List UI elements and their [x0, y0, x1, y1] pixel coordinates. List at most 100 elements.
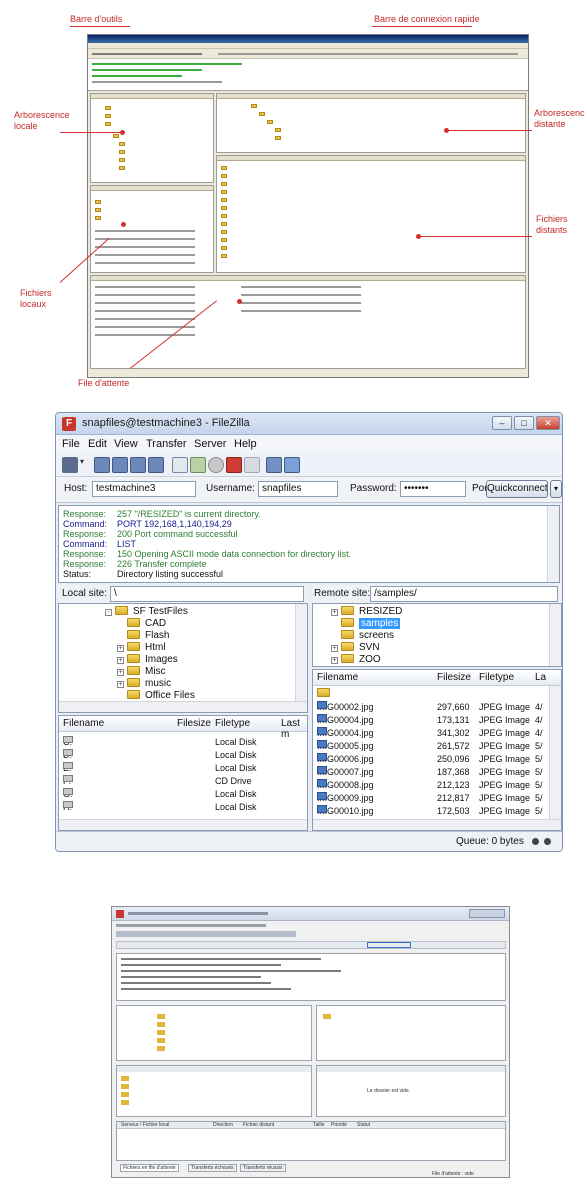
- remote-tree-item[interactable]: + SVN: [331, 642, 380, 654]
- toggle-log-icon[interactable]: [94, 457, 110, 473]
- remote-tree-item[interactable]: + ZOO: [331, 654, 381, 666]
- remote-files-hscrollbar[interactable]: [313, 819, 561, 830]
- maximize-button[interactable]: □: [514, 416, 534, 430]
- annotation-toolbar: Barre d'outils: [70, 14, 123, 24]
- quickconnect-button[interactable]: Quickconnect: [486, 480, 548, 498]
- username-input[interactable]: snapfiles: [258, 481, 338, 497]
- local-tree-item[interactable]: +CAD: [117, 618, 166, 630]
- process-queue-icon[interactable]: [190, 457, 206, 473]
- filter-icon[interactable]: [284, 457, 300, 473]
- folder-icon: [115, 606, 128, 615]
- remote-file-row[interactable]: IMG00007.jpg 187,368 JPEG Image 5/: [313, 766, 561, 778]
- small-folder-icon: [121, 1100, 129, 1105]
- remote-col-filename[interactable]: Filename: [317, 672, 358, 683]
- local-col-filename[interactable]: Filename: [63, 718, 104, 729]
- local-tree-item[interactable]: - SF TestFiles: [105, 606, 188, 618]
- remote-tree-item[interactable]: +screens: [331, 630, 394, 642]
- tree-expander-icon[interactable]: +: [117, 669, 124, 676]
- folder-icon: [341, 654, 354, 663]
- quickconnect-dropdown-icon[interactable]: ▾: [550, 480, 562, 498]
- small-remote-tree: [316, 1005, 506, 1061]
- local-file-row[interactable]: H: Local Disk: [59, 801, 307, 813]
- small-tab-successful[interactable]: Transferts réussis: [240, 1164, 286, 1172]
- menu-server[interactable]: Server: [194, 438, 226, 450]
- image-file-icon: [317, 727, 327, 735]
- remote-file-row[interactable]: IMG00004.jpg 173,131 JPEG Image 4/: [313, 714, 561, 726]
- disconnect-icon[interactable]: [226, 457, 242, 473]
- remote-site-input[interactable]: /samples/: [370, 586, 558, 602]
- local-file-row[interactable]: F: CD Drive: [59, 775, 307, 787]
- cancel-icon[interactable]: [208, 457, 224, 473]
- host-input[interactable]: testmachine3: [92, 481, 196, 497]
- small-quickconnect-button[interactable]: [367, 942, 411, 948]
- remote-file-row[interactable]: ..: [313, 688, 561, 700]
- remote-col-lastmod[interactable]: La: [535, 672, 546, 683]
- remote-file-row[interactable]: IMG00010.jpg 172,503 JPEG Image 5/: [313, 805, 561, 817]
- directory-compare-icon[interactable]: [266, 457, 282, 473]
- local-files-hscrollbar[interactable]: [59, 819, 307, 830]
- reconnect-icon[interactable]: [244, 457, 260, 473]
- small-tab-failed[interactable]: Transferts échoués: [188, 1164, 237, 1172]
- local-tree-hscrollbar[interactable]: [59, 701, 307, 712]
- remote-site-label: Remote site:: [314, 588, 371, 599]
- remote-file-row[interactable]: IMG00005.jpg 261,572 JPEG Image 5/: [313, 740, 561, 752]
- mini-file-row: [95, 230, 195, 232]
- image-file-icon: [317, 714, 327, 722]
- remote-file-row[interactable]: IMG00008.jpg 212,123 JPEG Image 5/: [313, 779, 561, 791]
- toggle-local-tree-icon[interactable]: [112, 457, 128, 473]
- local-tree-item[interactable]: +Flash: [117, 630, 169, 642]
- remote-file-row[interactable]: IMG00002.jpg 297,660 JPEG Image 4/: [313, 701, 561, 713]
- remote-col-filesize[interactable]: Filesize: [437, 672, 471, 683]
- remote-file-row[interactable]: IMG00004.jpg 341,302 JPEG Image 4/: [313, 727, 561, 739]
- mini-folder-icon: [105, 114, 111, 118]
- tree-expander-icon[interactable]: -: [105, 609, 112, 616]
- site-manager-icon[interactable]: [62, 457, 78, 473]
- tree-expander-icon[interactable]: +: [117, 657, 124, 664]
- small-log-line: [121, 976, 261, 978]
- remote-files-scrollbar[interactable]: [549, 686, 561, 830]
- remote-file-row[interactable]: IMG00009.jpg 212,817 JPEG Image 5/: [313, 792, 561, 804]
- log-line-message: 150 Opening ASCII mode data connection f…: [117, 549, 352, 559]
- menu-file[interactable]: File: [62, 438, 80, 450]
- remote-tree-scrollbar[interactable]: [549, 604, 561, 666]
- local-tree-item[interactable]: + Images: [117, 654, 178, 666]
- local-tree-item[interactable]: + Html: [117, 642, 166, 654]
- local-file-row[interactable]: G: Local Disk: [59, 788, 307, 800]
- local-file-row[interactable]: C: Local Disk: [59, 736, 307, 748]
- drive-icon: [63, 775, 73, 782]
- refresh-icon[interactable]: [172, 457, 188, 473]
- menu-view[interactable]: View: [114, 438, 138, 450]
- local-file-row[interactable]: D: Local Disk: [59, 749, 307, 761]
- toggle-remote-tree-icon[interactable]: [130, 457, 146, 473]
- local-tree-item[interactable]: + music: [117, 678, 171, 690]
- local-file-row[interactable]: E: Local Disk: [59, 762, 307, 774]
- tree-expander-icon[interactable]: +: [117, 645, 124, 652]
- tree-expander-icon[interactable]: +: [331, 609, 338, 616]
- site-manager-dropdown-icon[interactable]: ▾: [80, 457, 88, 473]
- mini-folder-icon: [221, 182, 227, 186]
- close-button[interactable]: ✕: [536, 416, 560, 430]
- minimize-button[interactable]: –: [492, 416, 512, 430]
- remote-tree-item[interactable]: + RESIZED: [331, 606, 402, 618]
- log-scrollbar[interactable]: [547, 506, 559, 582]
- tree-expander-icon[interactable]: +: [331, 645, 338, 652]
- menu-transfer[interactable]: Transfer: [146, 438, 187, 450]
- remote-col-filetype[interactable]: Filetype: [479, 672, 514, 683]
- remote-file-row[interactable]: IMG00006.jpg 250,096 JPEG Image 5/: [313, 753, 561, 765]
- toggle-queue-icon[interactable]: [148, 457, 164, 473]
- local-col-filetype[interactable]: Filetype: [215, 718, 250, 729]
- password-input[interactable]: •••••••: [400, 481, 466, 497]
- tree-expander-icon[interactable]: +: [117, 681, 124, 688]
- small-tab-queued[interactable]: Fichiers en file d'attente: [120, 1164, 179, 1172]
- drive-icon: [63, 736, 73, 743]
- menu-edit[interactable]: Edit: [88, 438, 107, 450]
- remote-tree-item[interactable]: +samples: [331, 618, 401, 630]
- small-empty-message: Le dossier est vide.: [367, 1088, 411, 1094]
- local-tree-item[interactable]: + Misc: [117, 666, 166, 678]
- tree-expander-icon[interactable]: +: [331, 657, 338, 664]
- local-tree-scrollbar[interactable]: [295, 604, 307, 712]
- local-site-input[interactable]: \: [110, 586, 304, 602]
- menu-help[interactable]: Help: [234, 438, 257, 450]
- log-line: Response: 200 Port command successful: [63, 529, 238, 539]
- local-col-filesize[interactable]: Filesize: [177, 718, 211, 729]
